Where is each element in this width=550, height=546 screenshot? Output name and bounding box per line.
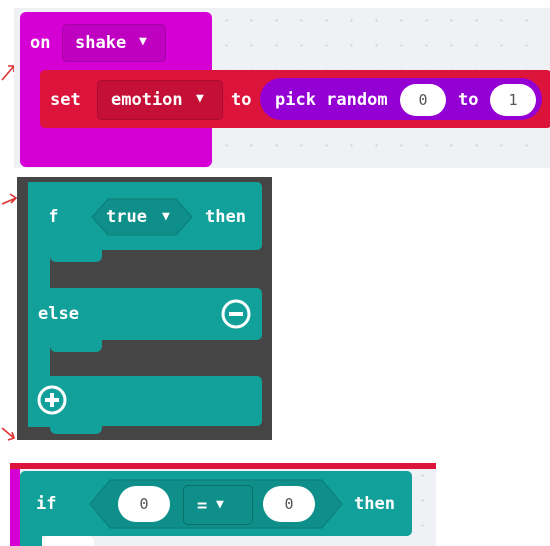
slot-notch [50,250,102,262]
keyword-set: set [50,90,81,110]
red-arrow-3 [1,427,16,441]
random-min-input[interactable]: 0 [400,84,446,116]
keyword-if-2: if [36,494,57,514]
compare-slot-notch [42,536,94,546]
bottom-notch [50,426,102,434]
variable-dropdown[interactable]: emotion ▼ [97,80,223,120]
red-top-strip [10,463,436,469]
keyword-else: else [38,304,79,324]
operator-dropdown[interactable]: = ▼ [183,485,253,525]
keyword-to: to [231,90,252,110]
if-compare-spine [20,532,42,546]
operator-label: = [197,496,208,516]
chevron-down-icon: ▼ [162,209,170,224]
magenta-left-strip [10,469,20,546]
chevron-down-icon: ▼ [216,497,224,512]
chevron-down-icon: ▼ [139,34,147,49]
pick-random-label: pick random [275,90,388,110]
red-arrow-2 [1,193,18,205]
keyword-then: then [205,207,246,227]
variable-dropdown-label: emotion [111,90,183,110]
random-max-input[interactable]: 1 [490,84,536,116]
keyword-then-2: then [354,494,395,514]
keyword-on: on [30,33,51,53]
plus-circle-icon[interactable] [36,384,68,416]
minus-circle-icon[interactable] [220,298,252,330]
chevron-down-icon: ▼ [196,91,204,106]
compare-right-input[interactable]: 0 [263,486,315,522]
keyword-to-2: to [458,90,479,110]
slot-notch [50,340,102,352]
condition-dropdown-label: true [106,207,147,227]
red-arrow-1 [1,65,15,81]
event-dropdown-label: shake [75,33,127,53]
event-dropdown[interactable]: shake ▼ [62,24,166,62]
compare-left-input[interactable]: 0 [118,486,170,522]
